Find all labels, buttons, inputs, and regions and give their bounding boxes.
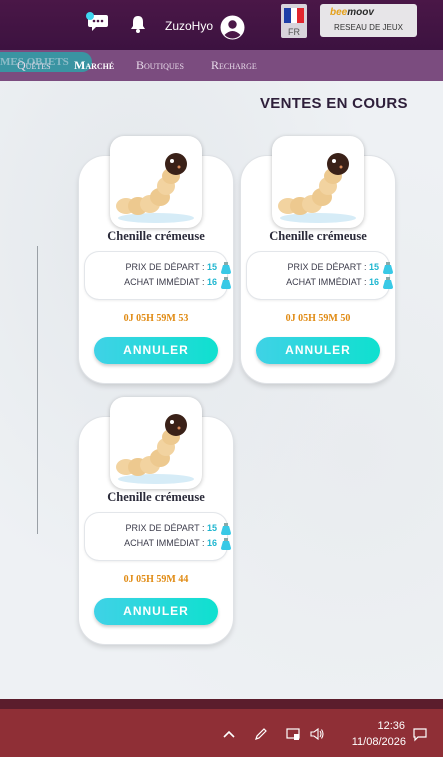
cancel-button[interactable]: ANNULER (94, 337, 218, 364)
buy-price-row: ACHAT IMMÉDIAT : 16 (286, 277, 379, 287)
caterpillar-icon (278, 153, 356, 223)
item-name: Chenille crémeuse (107, 490, 205, 504)
price-box: PRIX DE DÉPART : 15 ACHAT IMMÉDIAT : 16 (247, 252, 393, 299)
sale-card: Chenille crémeuse PRIX DE DÉPART : 15 AC… (79, 397, 233, 644)
divider (37, 246, 38, 534)
partner-logo-text: beemoov (330, 7, 374, 18)
caterpillar-image (110, 397, 202, 489)
avatar-icon[interactable] (220, 15, 245, 40)
bell-icon[interactable] (129, 14, 147, 34)
start-price-row: PRIX DE DÉPART : 15 (125, 262, 217, 272)
language-selector[interactable]: FR (281, 4, 307, 38)
item-name: Chenille crémeuse (269, 229, 367, 243)
volume-icon[interactable] (309, 726, 325, 742)
potion-icon (221, 523, 231, 535)
potion-icon (221, 262, 231, 274)
cancel-button[interactable]: ANNULER (94, 598, 218, 625)
nav-item-marche[interactable]: Marché (74, 58, 114, 73)
nav-item-recharge[interactable]: Recharge (211, 58, 257, 73)
main-nav: MES OBJETS Quêtes Marché Boutiques Recha… (0, 50, 443, 81)
network-icon[interactable] (285, 726, 301, 742)
nav-item-boutiques[interactable]: Boutiques (136, 58, 184, 73)
pen-icon[interactable] (253, 726, 269, 742)
france-flag-icon (284, 8, 305, 23)
caterpillar-image (272, 136, 364, 228)
notification-icon[interactable] (412, 726, 428, 742)
sale-card: Chenille crémeuse PRIX DE DÉPART : 15 AC… (79, 136, 233, 383)
clock-date[interactable]: 11/08/2026 (336, 736, 406, 748)
caterpillar-icon (116, 414, 194, 484)
username[interactable]: ZuzoHyo (165, 19, 213, 33)
start-price-row: PRIX DE DÉPART : 15 (287, 262, 379, 272)
language-label: FR (288, 27, 300, 37)
item-name: Chenille crémeuse (107, 229, 205, 243)
caterpillar-image (110, 136, 202, 228)
partner-logo[interactable]: beemoov RESEAU DE JEUX (320, 4, 417, 37)
chat-notification-dot (86, 12, 94, 20)
sale-timer: 0J 05H 59M 50 (285, 313, 351, 324)
start-price-row: PRIX DE DÉPART : 15 (125, 523, 217, 533)
caterpillar-icon (116, 153, 194, 223)
sale-timer: 0J 05H 59M 44 (123, 574, 189, 585)
potion-icon (383, 262, 393, 274)
nav-item-quetes[interactable]: Quêtes (17, 58, 51, 73)
cancel-button[interactable]: ANNULER (256, 337, 380, 364)
page-title: VENTES EN COURS (260, 95, 408, 112)
price-box: PRIX DE DÉPART : 15 ACHAT IMMÉDIAT : 16 (85, 252, 231, 299)
os-taskbar: 12:36 11/08/2026 (0, 699, 443, 757)
main-content: VENTES EN COURS Chenille crémeuse PRIX D… (0, 81, 443, 699)
buy-price-row: ACHAT IMMÉDIAT : 16 (124, 538, 217, 548)
sale-card: Chenille crémeuse PRIX DE DÉPART : 15 AC… (241, 136, 395, 383)
partner-subtitle: RESEAU DE JEUX (334, 23, 403, 32)
chevron-up-icon[interactable] (221, 726, 237, 742)
clock-time[interactable]: 12:36 (355, 720, 405, 732)
potion-icon (221, 538, 231, 550)
price-box: PRIX DE DÉPART : 15 ACHAT IMMÉDIAT : 16 (85, 513, 231, 560)
top-bar: ZuzoHyo FR beemoov RESEAU DE JEUX (0, 0, 443, 50)
sale-timer: 0J 05H 59M 53 (123, 313, 189, 324)
potion-icon (221, 277, 231, 289)
potion-icon (383, 277, 393, 289)
buy-price-row: ACHAT IMMÉDIAT : 16 (124, 277, 217, 287)
